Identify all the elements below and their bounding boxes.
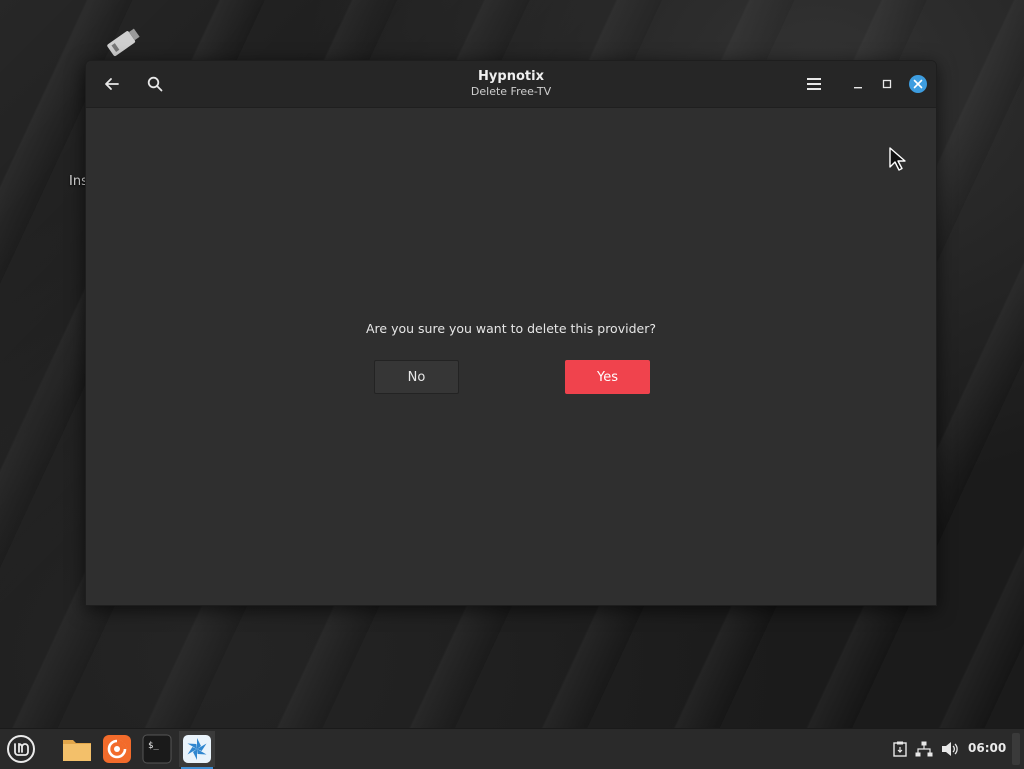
header-bar: Hypnotix Delete Free-TV [86,61,936,108]
files-icon [63,740,91,761]
usb-drive-icon[interactable] [100,24,144,62]
close-button[interactable] [903,69,933,99]
taskbar-terminal[interactable]: $_ [139,731,175,767]
clock[interactable]: 06:00 [968,741,1006,755]
clipboard-icon [893,741,907,757]
show-desktop-button[interactable] [1012,733,1020,765]
close-icon [909,75,927,93]
firefox-icon [103,735,131,763]
minimize-button[interactable] [843,69,873,99]
no-button[interactable]: No [374,360,459,394]
mouse-pointer-icon [889,147,906,171]
svg-text:$_: $_ [148,741,159,751]
minimize-icon [854,87,862,89]
mint-menu-icon [7,735,35,763]
dialog-content: Are you sure you want to delete this pro… [86,108,936,605]
volume-icon [942,742,958,756]
network-tray-button[interactable] [914,739,934,759]
hamburger-menu-icon [807,78,821,90]
volume-tray-button[interactable] [940,739,960,759]
yes-button[interactable]: Yes [565,360,650,394]
hypnotix-icon [183,735,211,763]
terminal-icon: $_ [142,734,172,764]
clipboard-tray-button[interactable] [891,739,909,759]
maximize-button[interactable] [872,69,902,99]
hypnotix-window: Hypnotix Delete Free-TV Are you sure you… [85,60,937,606]
confirmation-question: Are you sure you want to delete this pro… [366,321,656,336]
menu-button[interactable] [799,69,829,99]
mint-menu-button[interactable] [3,731,39,767]
network-icon [915,741,933,757]
taskbar-hypnotix[interactable] [179,731,215,769]
taskbar: $_ 06:00 [0,728,1024,769]
taskbar-files[interactable] [59,731,95,767]
maximize-icon [882,79,892,89]
taskbar-firefox[interactable] [99,731,135,767]
